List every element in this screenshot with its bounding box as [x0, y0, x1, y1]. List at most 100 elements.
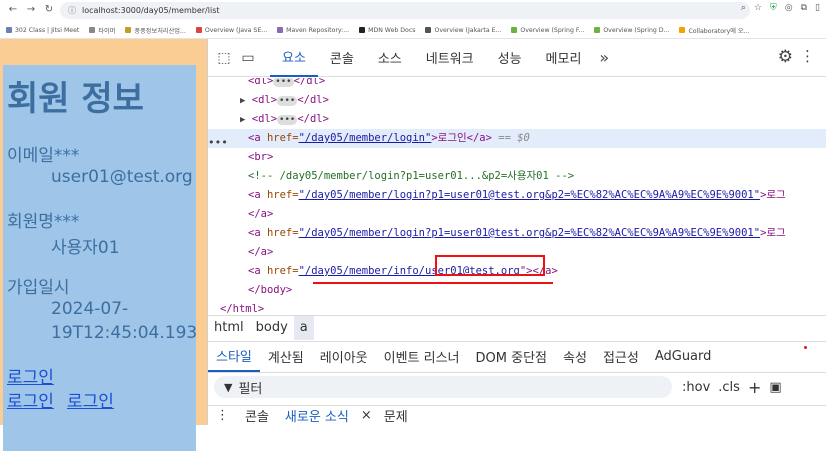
dom-breadcrumbs: html body a [208, 315, 826, 340]
more-options-icon[interactable]: ⋮ [800, 47, 815, 65]
bookmark-label: Collaboratory에 오... [688, 27, 750, 35]
page-title: 회원 정보 [7, 79, 144, 119]
bookmark-item[interactable]: Overview (Java SE... [195, 26, 268, 34]
bookmark-item[interactable]: 302 Class | Jitsi Meet [6, 27, 79, 34]
styles-subtab[interactable]: 이벤트 리스너 [376, 342, 468, 372]
more-tabs-icon[interactable]: » [593, 48, 615, 67]
styles-subtab[interactable]: 스타일 [208, 342, 260, 372]
tree-line-dl-0[interactable]: <dl> ••• </dl> [208, 78, 826, 91]
tree-line-a-login-query[interactable]: <a href="/day05/member/login?p1=user01@t… [208, 186, 826, 205]
drawer-tab[interactable]: 콘솔 [237, 406, 277, 425]
styles-filter-input[interactable]: ▼ 필터 [214, 376, 672, 398]
tree-line-br[interactable]: <br> [208, 148, 826, 167]
styles-subtab[interactable]: AdGuard [647, 342, 720, 372]
tree-line-dl-2[interactable]: ▶ <dl> ••• </dl> [208, 110, 826, 129]
notification-dot [804, 346, 807, 349]
devtools-tab[interactable]: 네트워크 [414, 39, 486, 77]
drawer-tab[interactable]: 문제 [376, 406, 416, 425]
site-info-icon[interactable]: ⓘ [68, 5, 76, 16]
zoom-icon[interactable]: ⌕ [741, 3, 746, 13]
new-style-rule-icon[interactable]: + [748, 378, 761, 397]
bookmark-favicon-icon [89, 27, 96, 33]
breadcrumb-item[interactable]: a [293, 315, 314, 340]
bookmark-item[interactable]: Overview (Jakarta E... [425, 27, 501, 34]
expand-triangle-icon[interactable]: ▶ [240, 115, 245, 125]
tree-line-a-login-selected[interactable]: ••• <a href="/day05/member/login">로그인</a… [208, 129, 826, 149]
address-bar[interactable]: ⓘ localhost:3000/day05/member/list [60, 2, 750, 19]
styles-subtab[interactable]: 속성 [555, 342, 595, 372]
annotation-highlight-box [435, 255, 545, 276]
login-link[interactable]: 로그인 [7, 363, 54, 388]
devtools-drawer-tabs: ⋮ 콘솔 새로운 소식 × 문제 [208, 405, 826, 425]
expand-triangle-icon[interactable]: ▶ [240, 96, 245, 106]
styles-subtab[interactable]: 계산됨 [260, 342, 312, 372]
bookmark-item[interactable]: 타이머 [89, 26, 115, 35]
devtools-tab[interactable]: 요소 [270, 39, 318, 77]
tree-line-dl-1[interactable]: ▶ <dl> ••• </dl> [208, 91, 826, 110]
bookmark-item[interactable]: Overview (Spring F... [511, 27, 584, 34]
join-date-label: 가입일시 [7, 278, 70, 298]
bookmark-favicon-icon [594, 27, 601, 33]
toolbar-right: ⌕ ☆ ⛨ ◎ ⧉ ▯ [741, 3, 820, 13]
tree-line-html-close[interactable]: </html> [208, 300, 826, 313]
drawer-menu-icon[interactable]: ⋮ [208, 408, 237, 423]
cls-toggle[interactable]: .cls [718, 380, 740, 395]
side-panel-icon[interactable]: ▯ [815, 3, 820, 13]
devtools-panel: ⬚ ▭ 요소 콘솔 소스 네트워크 성능 메모리 » ⚙ ⋮ <dl> ••• </dl> ▶… [207, 39, 826, 425]
tree-line-comment[interactable]: <!-- /day05/member/login?p1=user01...&p2… [208, 167, 826, 186]
bookmark-label: Maven Repository:... [286, 26, 350, 34]
bookmark-label: Overview (Java SE... [204, 26, 268, 34]
bookmark-label: 타이머 [98, 27, 116, 35]
devtools-main-tabs: ⬚ ▭ 요소 콘솔 소스 네트워크 성능 메모리 » ⚙ ⋮ [208, 39, 826, 77]
styles-filter-actions: :hov .cls + ▣ [682, 378, 782, 397]
bookmark-label: MDN Web Docs [368, 26, 416, 34]
forward-icon[interactable]: → [24, 4, 38, 15]
breadcrumb-item[interactable]: html [208, 316, 250, 340]
login-link-query[interactable]: 로그인 [7, 387, 54, 412]
devtools-tab[interactable]: 성능 [486, 39, 534, 77]
styles-subtab[interactable]: DOM 중단점 [468, 342, 555, 372]
drawer-tab[interactable]: 새로운 소식 [277, 406, 357, 425]
extension-shield-icon[interactable]: ⛨ [770, 3, 777, 13]
breadcrumb-item[interactable]: body [250, 316, 294, 340]
bookmark-favicon-icon [277, 27, 284, 33]
email-value: user01@test.org [51, 167, 193, 187]
styles-filter-row: ▼ 필터 :hov .cls + ▣ [208, 372, 826, 400]
bookmark-item[interactable]: Collaboratory에 오... [679, 26, 750, 35]
filter-icon: ▼ [224, 380, 233, 394]
bookmark-item[interactable]: 풍풍정보처리산업... [125, 26, 186, 35]
url-text: localhost:3000/day05/member/list [82, 6, 220, 15]
bookmark-favicon-icon [679, 27, 686, 33]
devtools-tab[interactable]: 메모리 [534, 39, 594, 77]
devtools-tab[interactable]: 소스 [366, 39, 414, 77]
hov-toggle[interactable]: :hov [682, 380, 710, 395]
member-info-page: 회원 정보 이메일*** user01@test.org 회원명*** 사용자0… [3, 65, 196, 451]
bookmark-item[interactable]: Maven Repository:... [277, 27, 349, 34]
inspect-element-icon[interactable]: ⬚ [212, 46, 236, 70]
tree-line-a-login-query-2[interactable]: <a href="/day05/member/login?p1=user01@t… [208, 224, 826, 243]
close-tab-icon[interactable]: × [357, 408, 376, 423]
back-icon[interactable]: ← [6, 4, 20, 15]
bookmark-favicon-icon [511, 27, 518, 33]
bookmark-item[interactable]: MDN Web Docs [359, 27, 415, 34]
bookmark-favicon-icon [359, 27, 366, 33]
bookmark-favicon-icon [195, 27, 202, 33]
bookmark-item[interactable]: Overview (Spring D... [594, 27, 669, 34]
reload-icon[interactable]: ↻ [42, 4, 56, 15]
bookmark-star-icon[interactable]: ☆ [754, 3, 762, 13]
devtools-tab[interactable]: 콘솔 [318, 39, 366, 77]
login-link-query-2[interactable]: 로그인 [67, 387, 114, 412]
name-value: 사용자01 [51, 238, 120, 258]
puzzle-icon[interactable]: ⧉ [801, 3, 807, 13]
extension-icon[interactable]: ◎ [785, 3, 793, 13]
styles-subtab[interactable]: 접근성 [595, 342, 647, 372]
toggle-element-state-icon[interactable]: ▣ [769, 380, 781, 395]
tree-line-a-close-1[interactable]: </a> [208, 205, 826, 224]
browser-toolbar: ← → ↻ ⓘ localhost:3000/day05/member/list… [0, 0, 826, 22]
settings-gear-icon[interactable]: ⚙ [778, 47, 793, 67]
styles-subtab[interactable]: 레이아웃 [312, 342, 376, 372]
annotation-underline [313, 282, 553, 284]
page-viewport: 회원 정보 이메일*** user01@test.org 회원명*** 사용자0… [0, 39, 207, 451]
bookmarks-bar: 302 Class | Jitsi Meet 타이머 풍풍정보처리산업... Over… [0, 22, 826, 39]
device-toolbar-icon[interactable]: ▭ [236, 46, 260, 70]
